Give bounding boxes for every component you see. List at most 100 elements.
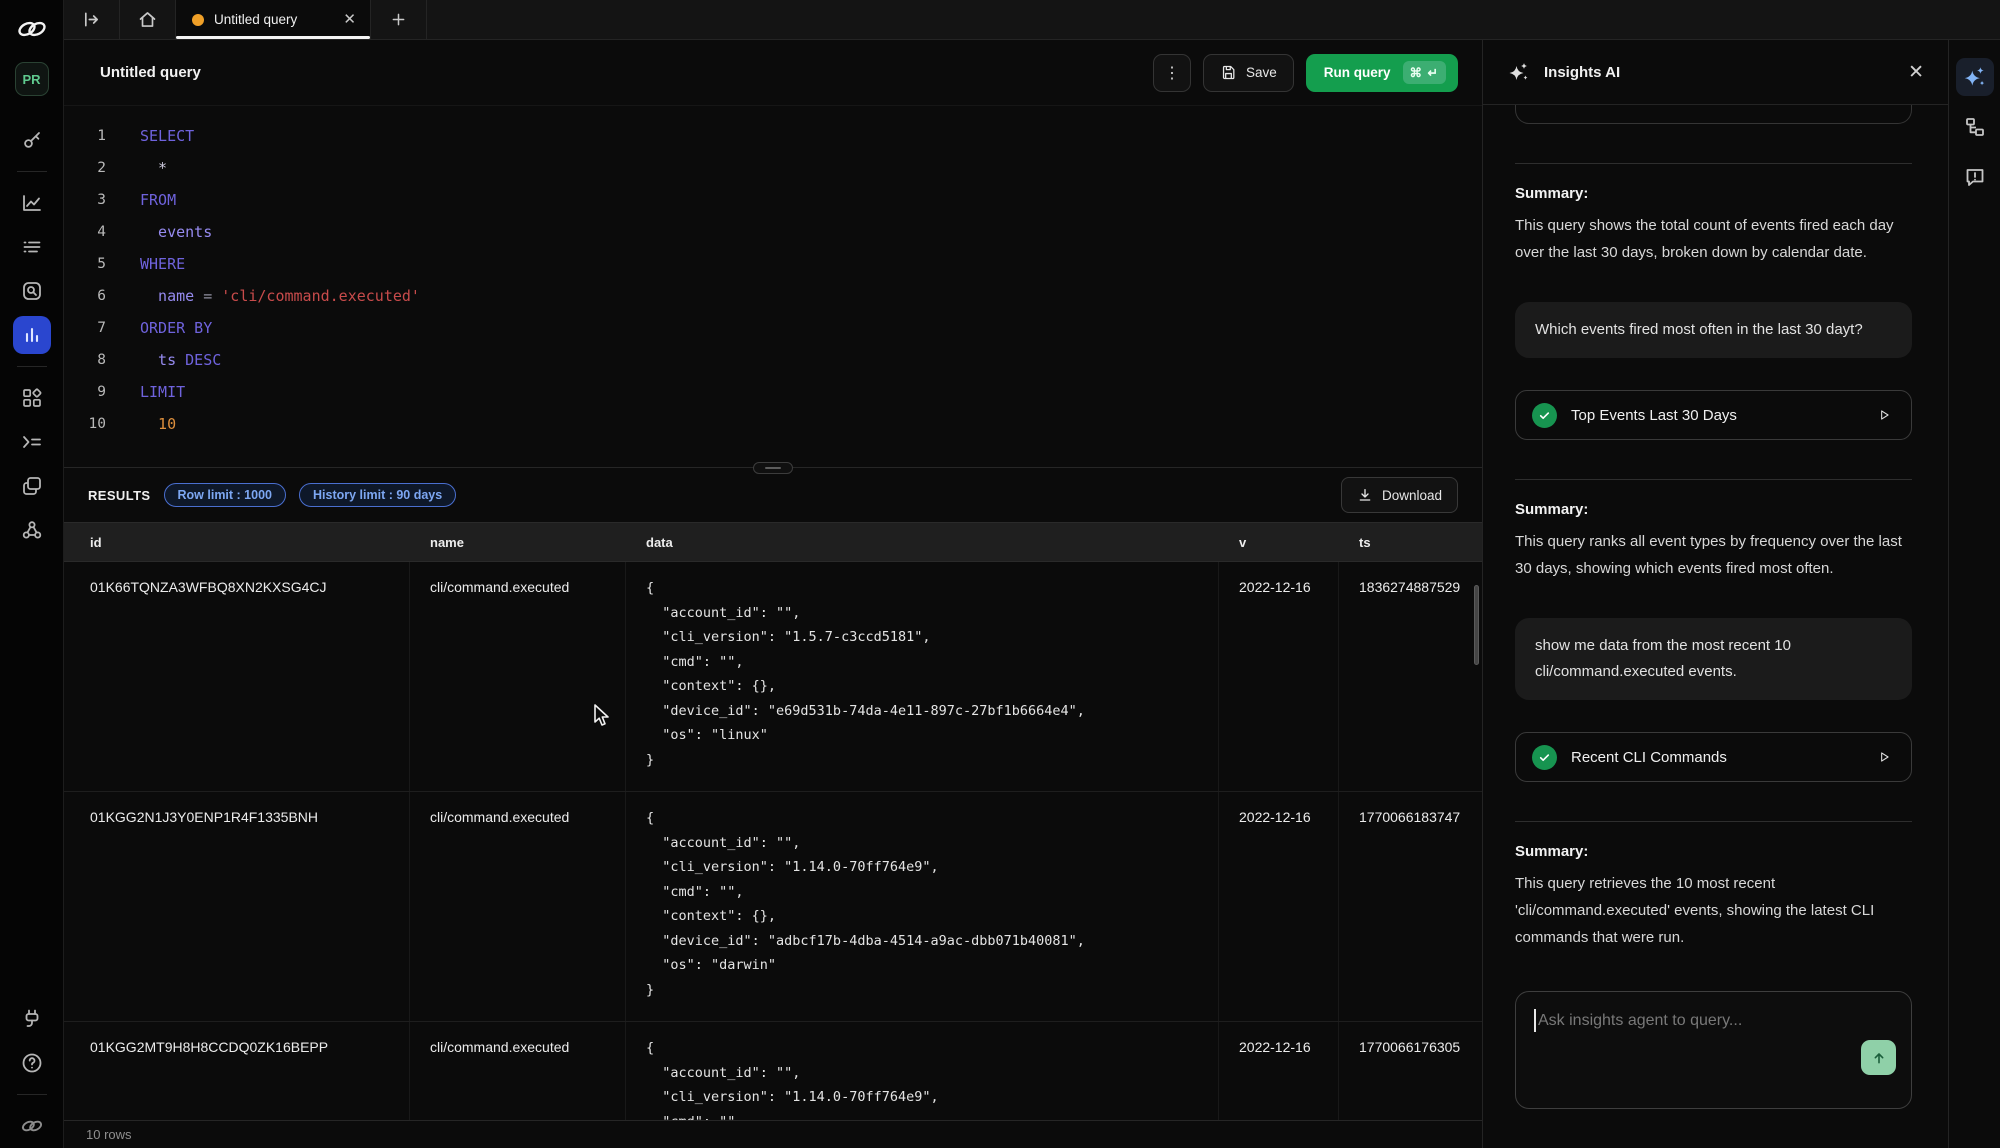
sparkles-icon — [1507, 60, 1531, 84]
cell-v: 2022-12-16 — [1219, 1022, 1339, 1120]
results-table-body: 01K66TQNZA3WFBQ8XN2KXSG4CJ cli/command.ex… — [64, 562, 1482, 1120]
results-table-header: idnamedatavts — [64, 522, 1482, 562]
resize-handle[interactable] — [753, 462, 793, 474]
sql-code-line: FROM — [120, 191, 176, 209]
sql-token: LIMIT — [140, 383, 185, 401]
terminal-icon[interactable] — [13, 423, 51, 461]
history-limit-badge[interactable]: History limit : 90 days — [299, 483, 456, 507]
query-icon[interactable] — [13, 316, 51, 354]
summary-label: Summary: — [1515, 185, 1912, 202]
sql-editor[interactable]: 1SELECT2 *3FROM4 events5WHERE6 name = 'c… — [64, 105, 1482, 467]
download-button[interactable]: Download — [1341, 477, 1458, 513]
feedback-tab-icon[interactable] — [1956, 158, 1994, 196]
query-result-label: Top Events Last 30 Days — [1571, 407, 1737, 424]
ask-agent-input[interactable]: Ask insights agent to query... — [1515, 991, 1912, 1109]
line-number: 7 — [64, 320, 120, 336]
sidebar-toggle-icon[interactable] — [64, 0, 120, 39]
summary-text: This query ranks all event types by freq… — [1515, 528, 1912, 582]
conversation-divider — [1515, 163, 1912, 164]
cell-id: 01K66TQNZA3WFBQ8XN2KXSG4CJ — [64, 562, 410, 791]
query-result-card[interactable]: Recent CLI Commands — [1515, 732, 1912, 782]
play-icon[interactable] — [1877, 750, 1891, 764]
conversation-divider — [1515, 479, 1912, 480]
run-query-label: Run query — [1324, 65, 1391, 80]
sql-token: ORDER BY — [140, 319, 212, 337]
query-title: Untitled query — [100, 64, 201, 81]
sql-line: 8 ts DESC — [64, 344, 1482, 376]
summary-text: This query shows the total count of even… — [1515, 212, 1912, 266]
ask-placeholder: Ask insights agent to query... — [1538, 1012, 1742, 1030]
sidebar-divider — [17, 366, 47, 367]
cell-ts: 1836274887529 — [1339, 562, 1482, 791]
download-icon — [1357, 487, 1373, 503]
table-row[interactable]: 01K66TQNZA3WFBQ8XN2KXSG4CJcli/command.ex… — [64, 562, 1482, 792]
workspace-badge[interactable]: PR — [15, 62, 49, 96]
insights-ai-tab-icon[interactable] — [1956, 58, 1994, 96]
save-icon — [1220, 64, 1237, 81]
schema-tree-tab-icon[interactable] — [1956, 108, 1994, 146]
column-header-name[interactable]: name — [410, 535, 626, 550]
download-label: Download — [1382, 488, 1442, 503]
sql-line: 3 FROM — [64, 184, 1482, 216]
tab-close-icon[interactable]: ✕ — [343, 12, 356, 27]
table-row[interactable]: 01KGG2N1J3Y0ENP1R4F1335BNHcli/command.ex… — [64, 792, 1482, 1022]
line-number: 10 — [64, 416, 120, 432]
line-number: 6 — [64, 288, 120, 304]
tab-untitled-query[interactable]: Untitled query ✕ — [176, 0, 371, 39]
column-header-ts[interactable]: ts — [1339, 535, 1482, 550]
sql-token: ts — [140, 351, 176, 369]
summary-label: Summary: — [1515, 843, 1912, 860]
cell-name: cli/command.executed — [410, 1022, 626, 1120]
save-label: Save — [1246, 65, 1277, 80]
table-scrollbar[interactable] — [1474, 585, 1479, 665]
sql-token: = — [194, 287, 221, 305]
sql-token: 10 — [140, 415, 176, 433]
sql-token: name — [140, 287, 194, 305]
line-number: 3 — [64, 192, 120, 208]
sql-line: 9 LIMIT — [64, 376, 1482, 408]
table-row[interactable]: 01KGG2MT9H8H8CCDQ0ZK16BEPPcli/command.ex… — [64, 1022, 1482, 1120]
logs-icon[interactable] — [13, 228, 51, 266]
run-query-button[interactable]: Run query ⌘ ↵ — [1306, 54, 1458, 92]
sql-code-line: ts DESC — [120, 351, 221, 369]
sql-token: DESC — [176, 351, 221, 369]
help-icon[interactable] — [13, 1044, 51, 1082]
sql-code-line: 10 — [120, 415, 176, 433]
line-number: 9 — [64, 384, 120, 400]
summary-text: This query retrieves the 10 most recent … — [1515, 870, 1912, 951]
editor-results-divider — [64, 467, 1482, 468]
column-header-v[interactable]: v — [1219, 535, 1339, 550]
tab-bar: Untitled query ✕ — [64, 0, 2000, 40]
sql-token: FROM — [140, 191, 176, 209]
cell-id: 01KGG2MT9H8H8CCDQ0ZK16BEPP — [64, 1022, 410, 1120]
insights-header: Insights AI ✕ — [1483, 40, 1948, 105]
check-icon — [1532, 403, 1557, 428]
column-header-data[interactable]: data — [626, 535, 1219, 550]
text-caret — [1534, 1009, 1536, 1032]
line-number: 5 — [64, 256, 120, 272]
sql-token: 'cli/command.executed' — [221, 287, 420, 305]
integrations-icon[interactable] — [13, 1000, 51, 1038]
cell-data-json: { "account_id": "", "cli_version": "1.14… — [626, 1022, 1219, 1120]
home-icon[interactable] — [120, 0, 176, 39]
webhooks-icon[interactable] — [13, 511, 51, 549]
send-button[interactable] — [1861, 1040, 1896, 1075]
cell-id: 01KGG2N1J3Y0ENP1R4F1335BNH — [64, 792, 410, 1021]
new-tab-button[interactable] — [371, 0, 427, 39]
sql-line: 4 events — [64, 216, 1482, 248]
api-keys-icon[interactable] — [13, 121, 51, 159]
more-options-button[interactable]: ⋮ — [1153, 54, 1191, 92]
apps-icon[interactable] — [13, 379, 51, 417]
play-icon[interactable] — [1877, 408, 1891, 422]
sql-code-line: name = 'cli/command.executed' — [120, 287, 420, 305]
row-limit-badge[interactable]: Row limit : 1000 — [164, 483, 286, 507]
save-button[interactable]: Save — [1203, 54, 1294, 92]
insights-close-icon[interactable]: ✕ — [1908, 63, 1924, 82]
trends-icon[interactable] — [13, 184, 51, 222]
footer-logo-icon — [19, 1118, 45, 1134]
explore-icon[interactable] — [13, 272, 51, 310]
sql-line: 7 ORDER BY — [64, 312, 1482, 344]
sessions-icon[interactable] — [13, 467, 51, 505]
query-result-card[interactable]: Top Events Last 30 Days — [1515, 390, 1912, 440]
column-header-id[interactable]: id — [64, 535, 410, 550]
